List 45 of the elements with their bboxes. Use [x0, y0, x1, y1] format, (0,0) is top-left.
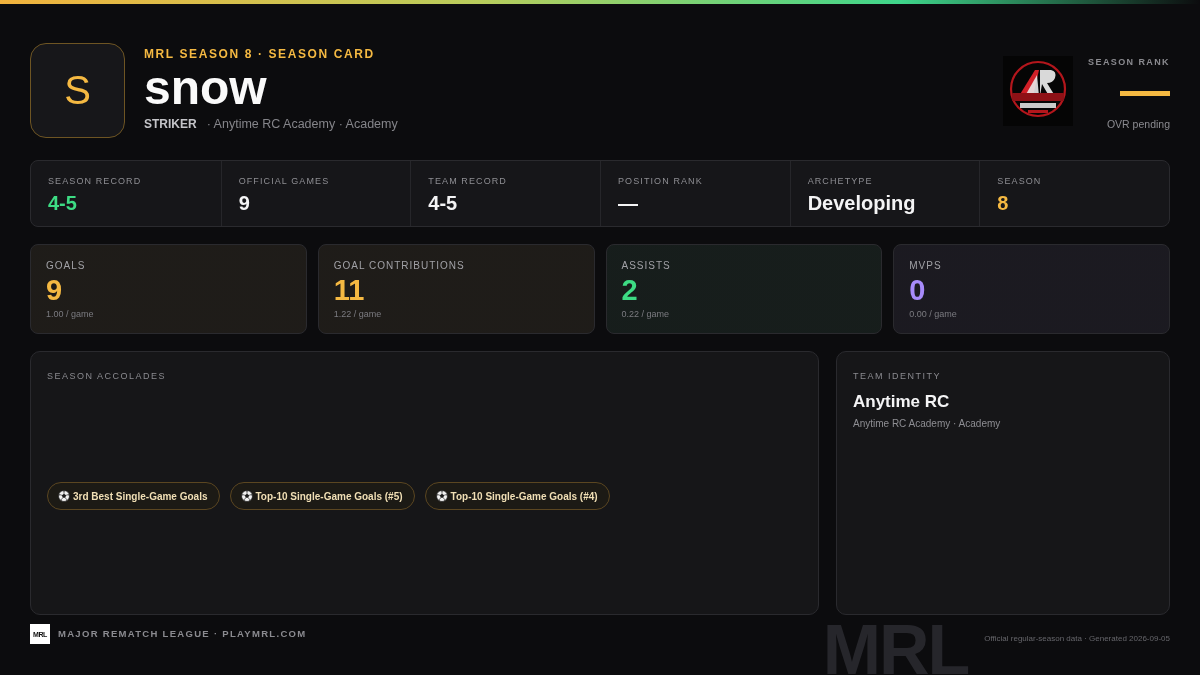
- stat-label: SEASON RECORD: [48, 175, 143, 187]
- season-card-title: MRL SEASON 8 · SEASON CARD: [144, 46, 376, 62]
- player-initial: S: [30, 43, 125, 138]
- soccer-ball-icon: [240, 490, 253, 502]
- metric-rate: 0.22 / game: [621, 309, 671, 319]
- team-name: Anytime RC: [853, 392, 951, 412]
- metric-rate: 0.00 / game: [909, 309, 958, 319]
- stat-label: SEASON: [997, 175, 1043, 187]
- rank-value: —: [1120, 70, 1170, 110]
- soccer-ball-icon: [58, 490, 70, 502]
- team-detail: Anytime RC Academy · Academy: [853, 418, 1002, 429]
- metric-value: 0: [909, 274, 927, 306]
- stat-value: —: [618, 191, 639, 215]
- stat-value: 4-5: [428, 191, 459, 215]
- ring-emblem-icon: [1003, 56, 1074, 126]
- metric-value: 2: [621, 274, 639, 306]
- metric-label: ASSISTS: [621, 259, 672, 272]
- soccer-ball-icon: [435, 490, 448, 502]
- metric-label: GOALS: [46, 259, 87, 272]
- accolade-label: Top-10 Single-Game Goals (#5): [255, 490, 403, 502]
- league-name: MAJOR REMATCH LEAGUE · PLAYMRL.COM: [58, 627, 307, 641]
- accolade-label: Top-10 Single-Game Goals (#4): [450, 490, 598, 502]
- stat-value: 4-5: [48, 191, 78, 215]
- stat-value: 9: [238, 191, 251, 215]
- player-name: snow: [144, 62, 268, 114]
- player-position: STRIKER: [144, 117, 197, 131]
- rank-note: OVR pending: [1106, 118, 1170, 130]
- stat-value: 8: [997, 191, 1010, 215]
- stat-label: POSITION RANK: [618, 175, 704, 187]
- metric-label: GOAL CONTRIBUTIONS: [333, 259, 466, 272]
- panel-title: TEAM IDENTITY: [853, 370, 942, 382]
- metric-label: MVPS: [909, 259, 943, 272]
- rank-label: SEASON RANK: [1088, 56, 1170, 68]
- metric-value: 11: [333, 274, 366, 306]
- panel-title: SEASON ACCOLADES: [47, 370, 168, 382]
- generated-note: Official regular-season data · Generated 2026-09-05: [984, 634, 1170, 643]
- metric-value: 9: [46, 274, 64, 306]
- metric-rate: 1.22 / game: [333, 309, 383, 319]
- metric-rate: 1.00 / game: [46, 309, 95, 319]
- stat-label: TEAM RECORD: [428, 175, 508, 187]
- stat-label: OFFICIAL GAMES: [238, 175, 331, 187]
- team-affiliation: · Anytime RC Academy · Academy: [206, 117, 398, 131]
- stat-label: ARCHETYPE: [807, 175, 874, 187]
- accolade-label: 3rd Best Single-Game Goals: [73, 490, 208, 502]
- stat-value: Developing: [807, 191, 917, 215]
